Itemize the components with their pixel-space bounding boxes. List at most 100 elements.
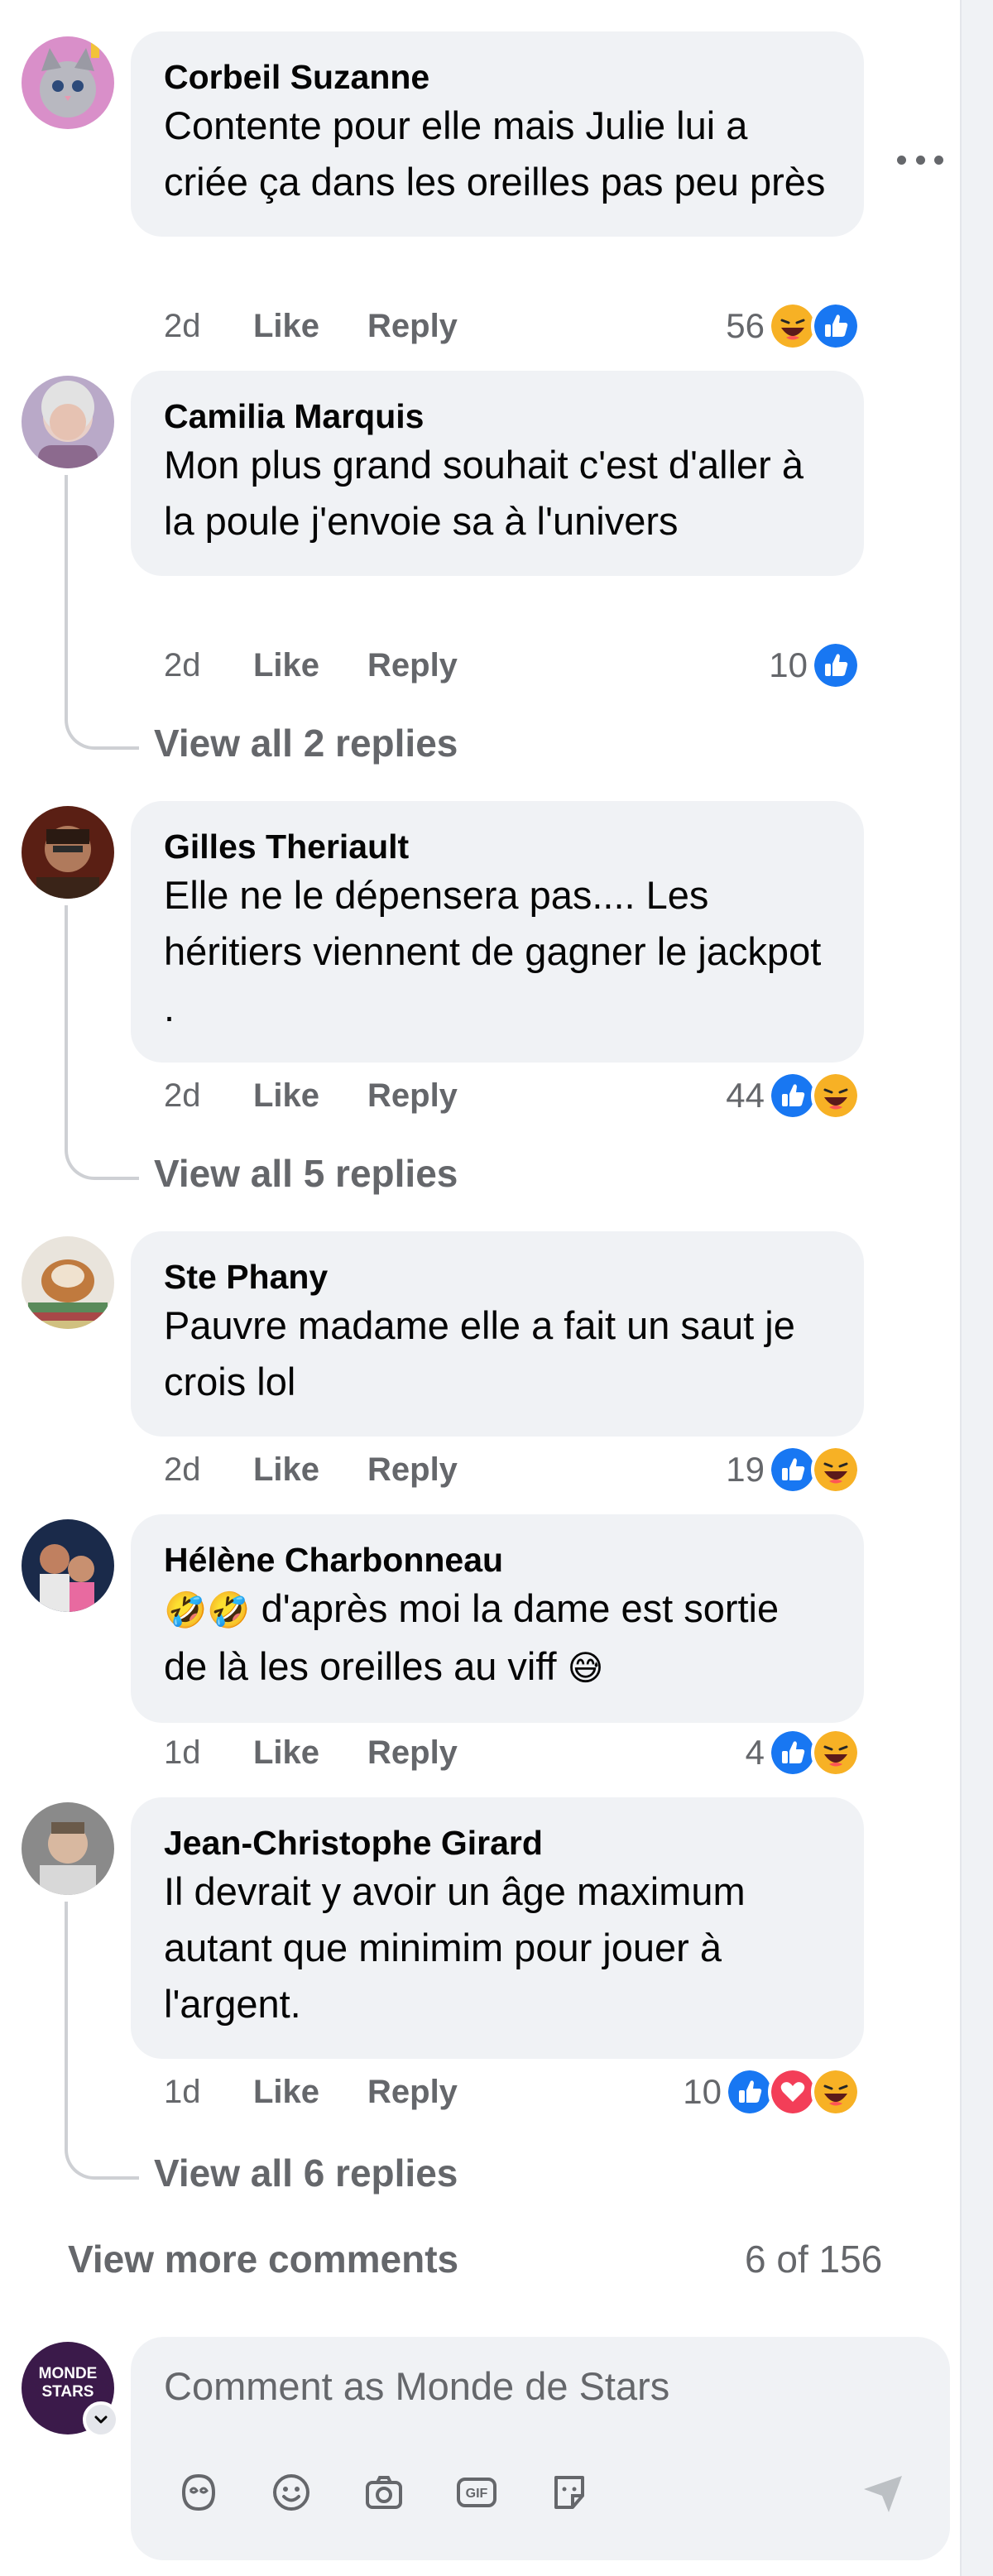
thread-connector — [65, 717, 139, 750]
view-replies-link[interactable]: View all 6 replies — [154, 2148, 458, 2198]
comment-author[interactable]: Corbeil Suzanne — [164, 56, 831, 98]
comment-author[interactable]: Hélène Charbonneau — [164, 1539, 831, 1581]
like-button[interactable]: Like — [253, 1734, 367, 1772]
reaction-summary[interactable]: 44 — [687, 1069, 861, 1122]
chevron-down-icon[interactable] — [83, 2401, 119, 2438]
haha-reaction-icon — [811, 1071, 861, 1120]
svg-text:GIF: GIF — [466, 2487, 488, 2501]
like-button[interactable]: Like — [253, 2074, 367, 2111]
comment-author[interactable]: Ste Phany — [164, 1256, 831, 1298]
avatar-sticker-icon[interactable] — [174, 2468, 223, 2517]
reaction-count: 19 — [726, 1450, 765, 1489]
comment-time[interactable]: 2d — [164, 647, 253, 684]
more-options-icon[interactable] — [897, 147, 943, 172]
thread-line — [65, 905, 68, 1150]
view-replies-link[interactable]: View all 5 replies — [154, 1149, 458, 1198]
comment-time[interactable]: 2d — [164, 1451, 253, 1489]
reply-button[interactable]: Reply — [367, 1451, 458, 1489]
comment-author[interactable]: Jean-Christophe Girard — [164, 1822, 831, 1864]
like-reaction-icon — [768, 1445, 818, 1494]
comment-time[interactable]: 1d — [164, 1734, 253, 1772]
like-reaction-icon — [811, 640, 861, 690]
reply-button[interactable]: Reply — [367, 308, 458, 345]
comment-text: Elle ne le dépensera pas.... Les héritie… — [164, 873, 822, 1029]
comments-panel: Corbeil Suzanne Contente pour elle mais … — [0, 0, 960, 2576]
reaction-count: 10 — [769, 645, 808, 684]
haha-reaction-icon — [768, 301, 818, 351]
reply-button[interactable]: Reply — [367, 647, 458, 684]
comment-actions: 1d Like Reply — [164, 2067, 458, 2117]
like-reaction-icon — [811, 301, 861, 351]
comment-bubble: Hélène Charbonneau 🤣🤣 d'après moi la dam… — [131, 1514, 864, 1723]
avatar[interactable] — [22, 1519, 114, 1612]
like-reaction-icon — [768, 1071, 818, 1120]
comment-author[interactable]: Gilles Theriault — [164, 826, 831, 867]
send-icon[interactable] — [859, 2469, 907, 2517]
avatar[interactable] — [22, 1236, 114, 1329]
comment-text: Il devrait y avoir un âge maximum autant… — [164, 1869, 746, 2026]
comment-pager: 6 of 156 — [745, 2238, 883, 2281]
reaction-count: 4 — [745, 1733, 765, 1772]
comment-actions: 2d Like Reply — [164, 301, 458, 351]
gif-icon[interactable]: GIF — [452, 2468, 501, 2517]
reply-button[interactable]: Reply — [367, 1077, 458, 1115]
haha-reaction-icon — [811, 2067, 861, 2117]
view-more-comments-link[interactable]: View more comments — [68, 2236, 458, 2282]
comment-actions: 2d Like Reply — [164, 1445, 458, 1494]
comment-bubble: Gilles Theriault Elle ne le dépensera pa… — [131, 801, 864, 1063]
avatar[interactable] — [22, 806, 114, 899]
avatar[interactable] — [22, 1802, 114, 1895]
sweat-smile-emoji: 😅 — [567, 1648, 604, 1688]
reply-button[interactable]: Reply — [367, 1734, 458, 1772]
comment-text: Contente pour elle mais Julie lui a crié… — [164, 103, 826, 204]
comment-text: 🤣🤣 d'après moi la dame est sortie de là … — [164, 1581, 831, 1696]
thread-line — [65, 475, 68, 720]
comment-bubble: Camilia Marquis Mon plus grand souhait c… — [131, 371, 864, 576]
thread-connector — [65, 2147, 139, 2180]
comment-actions: 1d Like Reply — [164, 1728, 458, 1777]
rolling-laughing-emoji: 🤣🤣 — [164, 1590, 251, 1630]
emoji-icon[interactable] — [266, 2468, 316, 2517]
comment-composer: GIF — [131, 2337, 950, 2560]
comment-input[interactable] — [164, 2363, 909, 2409]
like-button[interactable]: Like — [253, 647, 367, 684]
reaction-summary[interactable]: 56 — [687, 300, 861, 353]
thread-connector — [65, 1147, 139, 1180]
like-button[interactable]: Like — [253, 308, 367, 345]
view-replies-link[interactable]: View all 2 replies — [154, 718, 458, 768]
avatar[interactable] — [22, 36, 114, 129]
comment-text-body: d'après moi la dame est sortie de là les… — [164, 1586, 780, 1688]
comment-bubble: Ste Phany Pauvre madame elle a fait un s… — [131, 1231, 864, 1437]
comment-author[interactable]: Camilia Marquis — [164, 396, 831, 437]
like-button[interactable]: Like — [253, 1077, 367, 1115]
reaction-summary[interactable]: 4 — [687, 1726, 861, 1779]
reaction-count: 56 — [726, 306, 765, 345]
page-avatar-line1: MONDE — [38, 2365, 98, 2382]
haha-reaction-icon — [811, 1445, 861, 1494]
thread-line — [65, 1902, 68, 2150]
comment-time[interactable]: 2d — [164, 308, 253, 345]
reaction-count: 44 — [726, 1076, 765, 1115]
comment-text: Pauvre madame elle a fait un saut je cro… — [164, 1303, 795, 1403]
sticker-icon[interactable] — [544, 2468, 594, 2517]
scrollbar[interactable] — [960, 0, 993, 2576]
haha-reaction-icon — [811, 1728, 861, 1777]
comment-text: Mon plus grand souhait c'est d'aller à l… — [164, 443, 804, 543]
like-button[interactable]: Like — [253, 1451, 367, 1489]
comment-time[interactable]: 2d — [164, 1077, 253, 1115]
comment-bubble: Corbeil Suzanne Contente pour elle mais … — [131, 31, 864, 237]
comment-actions: 2d Like Reply — [164, 1071, 458, 1120]
composer-toolbar: GIF — [174, 2468, 594, 2517]
comment-bubble: Jean-Christophe Girard Il devrait y avoi… — [131, 1797, 864, 2059]
reaction-summary[interactable]: 19 — [687, 1443, 861, 1496]
love-reaction-icon — [768, 2067, 818, 2117]
like-reaction-icon — [768, 1728, 818, 1777]
comment-actions: 2d Like Reply — [164, 640, 458, 690]
reaction-summary[interactable]: 10 — [654, 2065, 861, 2118]
camera-icon[interactable] — [359, 2468, 409, 2517]
reply-button[interactable]: Reply — [367, 2074, 458, 2111]
reaction-summary[interactable]: 10 — [712, 639, 861, 692]
avatar[interactable] — [22, 376, 114, 468]
comment-time[interactable]: 1d — [164, 2074, 253, 2111]
reaction-count: 10 — [683, 2072, 722, 2111]
